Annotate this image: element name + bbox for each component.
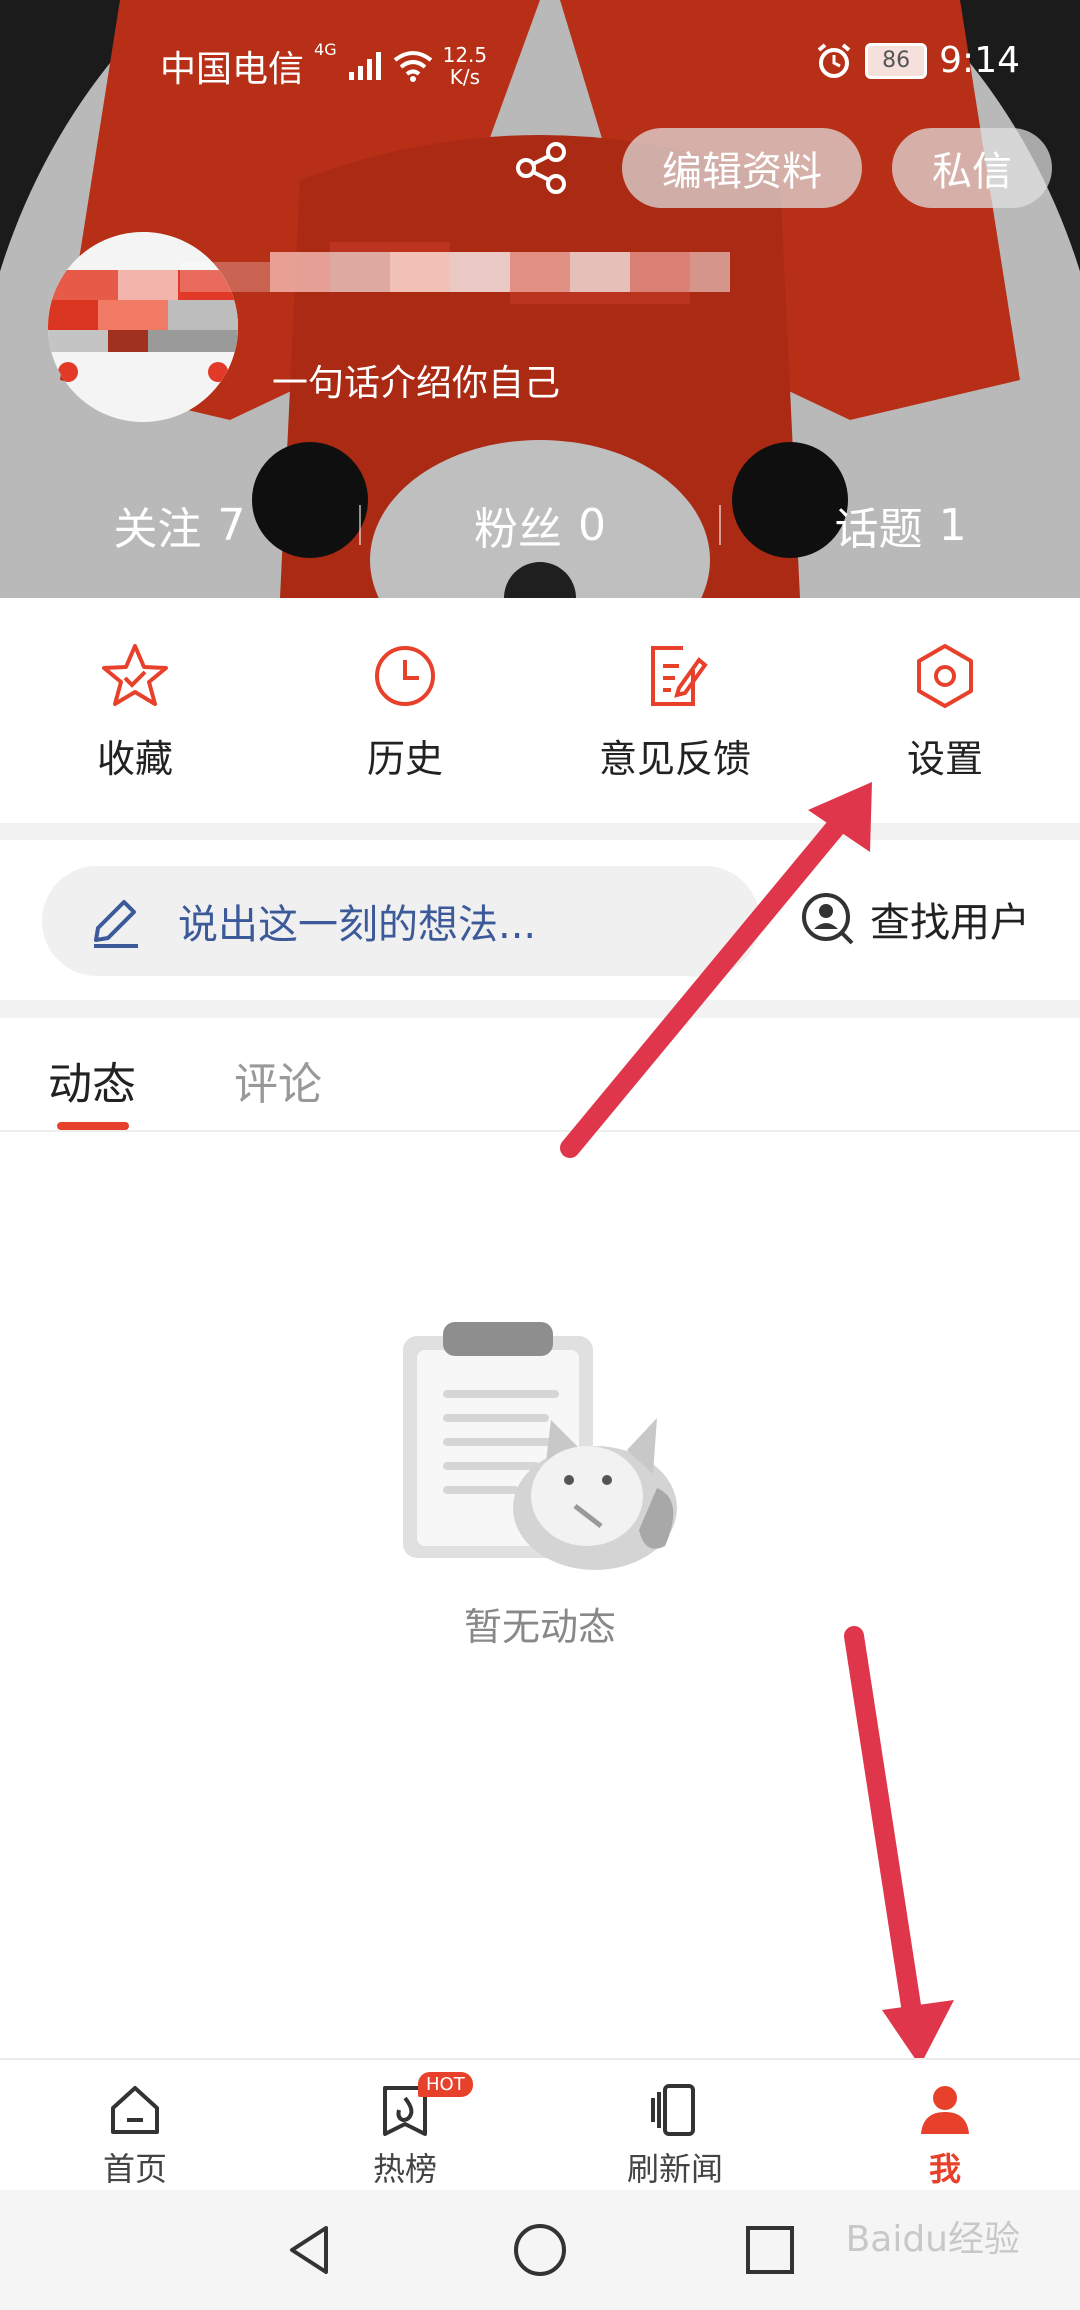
post-row: 说出这一刻的想法... 查找用户 [0,840,1080,1000]
network-speed: 12.5 K/s [442,43,488,89]
active-tab-indicator [57,1122,129,1130]
edit-profile-button[interactable]: 编辑资料 [622,128,862,208]
section-divider [0,823,1080,840]
quick-actions: 收藏 历史 意见反馈 设置 [0,598,1080,823]
nav-hot-list[interactable]: HOT 热榜 [270,2060,540,2192]
person-icon [921,2086,969,2134]
tab-activity[interactable]: 动态 [48,1048,136,1112]
username-mosaic [180,242,730,304]
profile-header: 中国电信 4G 12.5 K/s 86 9:14 编辑资料 私信 一句话介绍你自… [0,0,1080,598]
star-icon [102,644,168,706]
section-divider [0,1000,1080,1018]
bottom-navigation: 首页 HOT 热榜 刷新闻 我 [0,2058,1080,2192]
tab-comments[interactable]: 评论 [234,1048,322,1112]
nav-me[interactable]: 我 [810,2060,1080,2192]
status-bar: 中国电信 4G 12.5 K/s 86 9:14 [0,30,1080,96]
hot-badge: HOT [418,2072,473,2097]
clock-icon [375,646,435,706]
nav-home[interactable]: 首页 [0,2060,270,2192]
message-button[interactable]: 私信 [892,128,1052,208]
post-placeholder: 说出这一刻的想法... [178,902,537,948]
news-icon [651,2084,695,2136]
carrier-label: 中国电信 [160,49,305,90]
clock-time: 9:14 [939,40,1020,81]
alarm-icon [817,42,851,78]
wifi-icon [393,51,432,82]
arrow-to-me-tab [844,1626,954,2066]
content-tabs: 动态 评论 [0,1018,1080,1132]
watermark: Baidu经验 [845,2219,1020,2260]
favorites-button[interactable]: 收藏 [0,598,270,823]
find-user-icon [802,893,854,945]
following-stat[interactable]: 关注 7 [0,490,359,560]
empty-state-text: 暂无动态 [463,1605,616,1649]
home-circle-icon[interactable] [510,2220,570,2280]
topics-stat[interactable]: 话题 1 [721,490,1080,560]
followers-stat[interactable]: 粉丝 0 [361,490,720,560]
settings-icon [917,644,973,708]
nav-news[interactable]: 刷新闻 [540,2060,810,2192]
profile-bio[interactable]: 一句话介绍你自己 [272,354,560,406]
pencil-icon [94,900,138,948]
find-user-button[interactable]: 查找用户 [800,890,1030,948]
settings-button[interactable]: 设置 [810,598,1080,823]
recents-icon[interactable] [740,2220,800,2280]
share-icon[interactable] [512,138,572,198]
back-icon[interactable] [280,2220,340,2280]
history-button[interactable]: 历史 [270,598,540,823]
network-type: 4G [314,40,337,59]
feedback-icon [651,646,708,706]
profile-stats: 关注 7 粉丝 0 话题 1 [0,490,1080,560]
post-input[interactable]: 说出这一刻的想法... [42,866,760,976]
empty-state-illustration [403,1322,677,1570]
feedback-button[interactable]: 意见反馈 [540,598,810,823]
home-icon [111,2086,159,2134]
signal-icon [348,52,381,80]
battery-indicator: 86 [865,42,928,79]
